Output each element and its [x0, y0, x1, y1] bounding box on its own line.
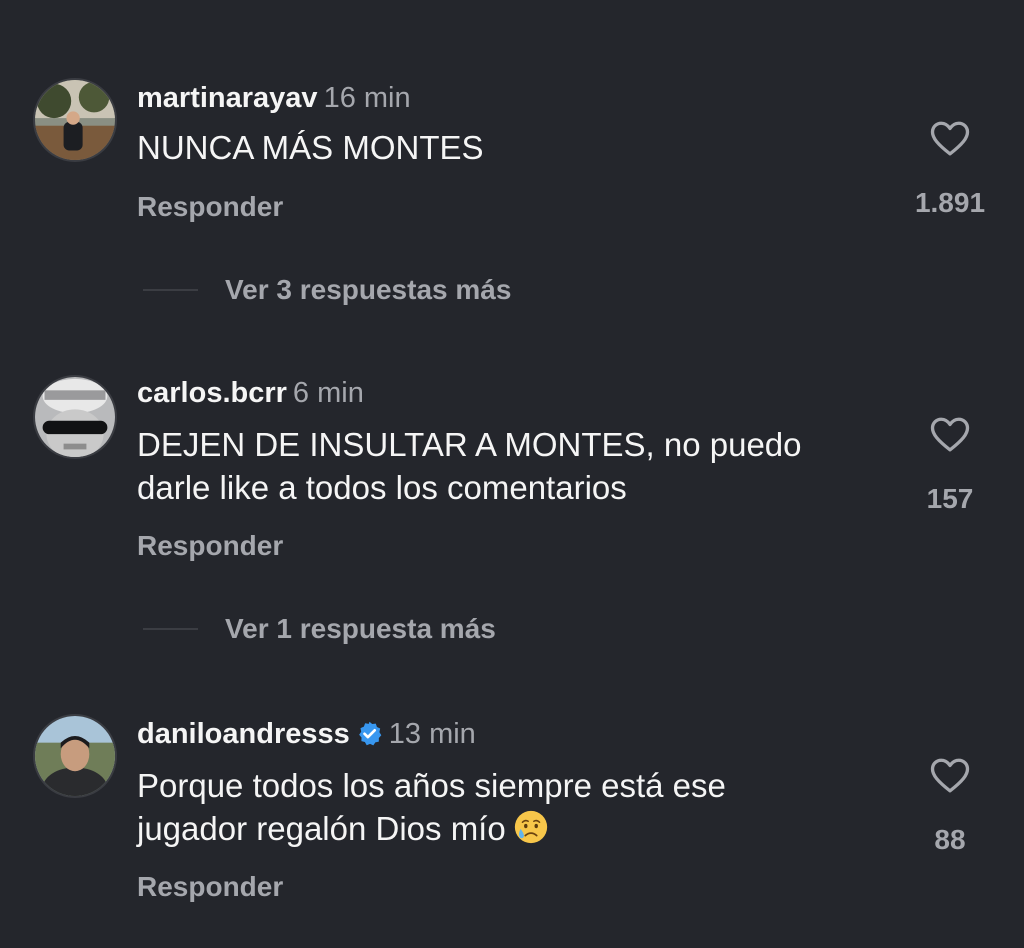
- reply-button[interactable]: Responder: [137, 530, 283, 562]
- username[interactable]: martinarayav: [137, 82, 318, 114]
- comment-header: daniloandresss 13 min: [137, 716, 476, 752]
- like-count: 1.891: [914, 187, 986, 218]
- like-section: 157: [900, 414, 1000, 515]
- like-count: 157: [926, 483, 974, 514]
- comment-line: jugador regalón Dios mío: [137, 810, 506, 847]
- comment-line: darle like a todos los comentarios: [137, 469, 627, 506]
- comment-text: NUNCA MÁS MONTES: [137, 126, 897, 169]
- view-replies-button[interactable]: Ver 3 respuestas más: [143, 272, 511, 308]
- comment-line: DEJEN DE INSULTAR A MONTES, no puedo: [137, 426, 802, 463]
- comment-text: Porque todos los años siempre está ese j…: [137, 764, 897, 850]
- avatar-photo: [35, 377, 115, 457]
- avatar[interactable]: [33, 78, 117, 162]
- comment-line-with-emoji: jugador regalón Dios mío: [137, 807, 897, 850]
- avatar[interactable]: [33, 714, 117, 798]
- avatar[interactable]: [33, 375, 117, 459]
- divider-line: [143, 289, 198, 291]
- like-section: 88: [900, 755, 1000, 856]
- comments-list: martinarayav 16 min NUNCA MÁS MONTES Resp…: [0, 0, 1024, 948]
- reply-button[interactable]: Responder: [137, 191, 283, 223]
- comment-time: 6 min: [292, 377, 364, 409]
- comment-time: 16 min: [323, 82, 411, 114]
- comment-line: Porque todos los años siempre está ese: [137, 767, 726, 804]
- username[interactable]: carlos.bcrr: [137, 377, 287, 409]
- comment-header: carlos.bcrr 6 min: [137, 375, 364, 411]
- comment-line: NUNCA MÁS MONTES: [137, 129, 484, 166]
- comment-time: 13 min: [388, 718, 476, 750]
- view-replies-label: Ver 1 respuesta más: [225, 613, 496, 644]
- view-replies-button[interactable]: Ver 1 respuesta más: [143, 611, 496, 647]
- heart-icon[interactable]: [928, 118, 972, 160]
- heart-icon[interactable]: [928, 414, 972, 456]
- like-section: 1.891: [900, 118, 1000, 219]
- comment-text: DEJEN DE INSULTAR A MONTES, no puedo dar…: [137, 423, 897, 509]
- heart-icon[interactable]: [928, 755, 972, 797]
- avatar-photo: [35, 716, 115, 796]
- crying-face-icon: [514, 810, 547, 844]
- comment-header: martinarayav 16 min: [137, 80, 411, 116]
- view-replies-label: Ver 3 respuestas más: [225, 274, 512, 305]
- like-count: 88: [934, 824, 966, 855]
- avatar-photo: [35, 80, 115, 160]
- username[interactable]: daniloandresss: [137, 718, 350, 750]
- divider-line: [143, 628, 198, 630]
- reply-button[interactable]: Responder: [137, 871, 283, 903]
- verified-badge-icon: [358, 721, 382, 746]
